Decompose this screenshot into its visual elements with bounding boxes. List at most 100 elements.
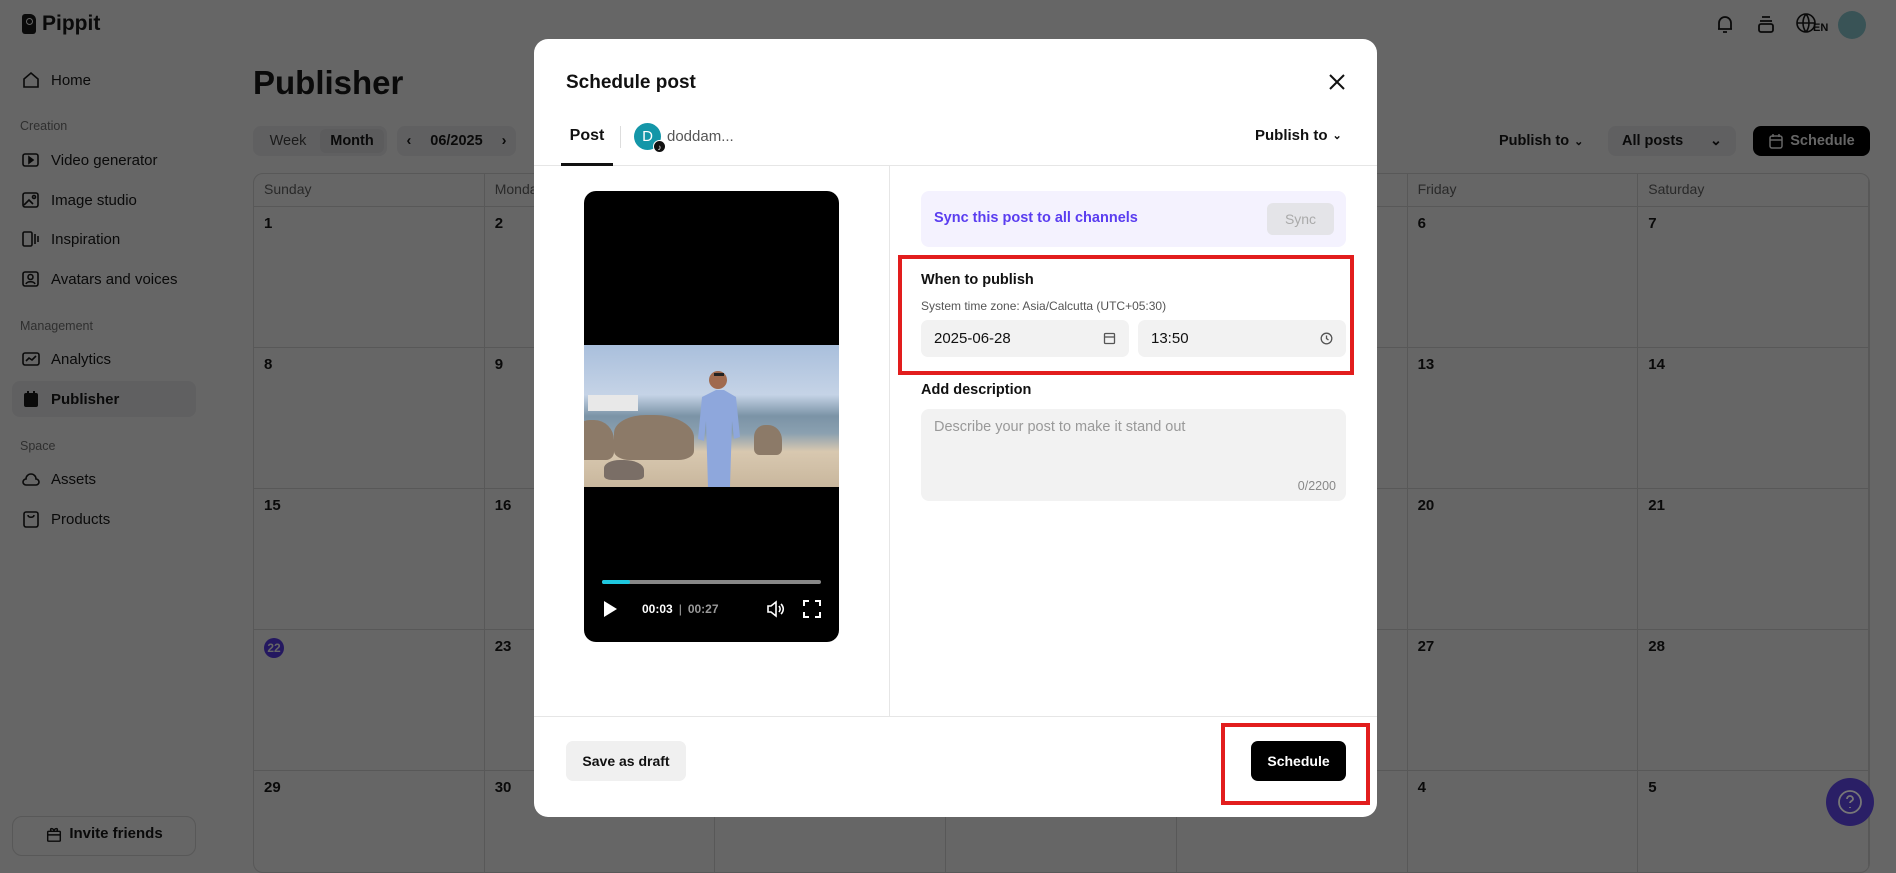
calendar-cell[interactable]: 1 <box>254 207 485 348</box>
calendar-cell[interactable]: 6 <box>1407 207 1639 348</box>
language-code: EN <box>1813 22 1829 34</box>
calendar-cell[interactable]: 28 <box>1638 630 1869 771</box>
calendar-cell[interactable]: 14 <box>1638 348 1869 489</box>
video-generator-icon <box>22 153 39 167</box>
day-number: 21 <box>1648 497 1665 514</box>
prev-month-icon[interactable]: ‹ <box>406 133 411 149</box>
sidebar-item-label: Analytics <box>51 350 112 368</box>
calendar-cell[interactable]: 8 <box>254 348 485 489</box>
current-time: 00:03 <box>642 602 673 616</box>
account-name: doddam... <box>667 128 734 145</box>
calendar-cell[interactable]: 20 <box>1407 489 1639 630</box>
section-label-space: Space <box>20 439 56 453</box>
calendar-cell[interactable]: 21 <box>1638 489 1869 630</box>
sync-text: Sync this post to all channels <box>934 210 1138 226</box>
video-progress-bar[interactable] <box>602 580 821 584</box>
dialog-title: Schedule post <box>566 72 696 93</box>
sidebar-item-image-studio[interactable]: Image studio <box>12 182 196 218</box>
week-tab[interactable]: Week <box>256 129 320 153</box>
play-icon[interactable] <box>602 600 618 618</box>
building <box>588 395 638 411</box>
sidebar-item-products[interactable]: Products <box>12 501 196 537</box>
tiktok-icon: ♪ <box>653 140 666 153</box>
publish-to-dropdown[interactable]: Publish to ⌄ <box>1499 126 1583 156</box>
description-input[interactable]: Describe your post to make it stand out … <box>921 409 1346 501</box>
sidebar-item-label: Inspiration <box>51 230 121 248</box>
next-month-icon[interactable]: › <box>502 133 507 149</box>
sidebar-item-assets[interactable]: Assets <box>12 461 196 497</box>
sidebar-item-label: Avatars and voices <box>51 270 178 288</box>
calendar-cell[interactable]: 15 <box>254 489 485 630</box>
day-number: 29 <box>264 779 281 796</box>
sidebar-item-label: Products <box>51 510 111 528</box>
posts-filter-label: All posts <box>1622 133 1684 149</box>
calendar-icon <box>24 391 38 407</box>
sidebar-item-analytics[interactable]: Analytics <box>12 341 196 377</box>
invite-friends-button[interactable]: Invite friends <box>12 816 196 856</box>
day-number: 9 <box>494 356 504 373</box>
video-player[interactable]: 00:03 | 00:27 <box>584 191 839 642</box>
day-number: 15 <box>264 497 281 514</box>
sidebar-item-label: Video generator <box>51 151 158 169</box>
volume-icon[interactable] <box>765 599 785 619</box>
highlight-when-to-publish <box>898 255 1354 375</box>
calendar-cell[interactable]: 27 <box>1407 630 1639 771</box>
publish-to-dropdown[interactable]: Publish to ⌄ <box>1255 127 1342 144</box>
pippit-logo-icon <box>22 14 36 34</box>
period-label: 06/2025 <box>430 133 483 149</box>
video-controls: 00:03 | 00:27 <box>602 597 821 621</box>
home-icon <box>23 71 39 88</box>
calendar-cell[interactable]: 22 <box>254 630 485 771</box>
help-button[interactable] <box>1826 778 1874 826</box>
posts-filter-dropdown[interactable]: All posts ⌄ <box>1608 126 1736 156</box>
add-description-label: Add description <box>921 382 1032 398</box>
chevron-down-icon: ⌄ <box>1574 135 1584 148</box>
fullscreen-icon[interactable] <box>803 600 821 618</box>
sidebar-item-publisher[interactable]: Publisher <box>12 381 196 417</box>
calendar-cell[interactable]: 29 <box>254 771 485 872</box>
month-tab[interactable]: Month <box>320 129 384 153</box>
sidebar-item-home[interactable]: Home <box>12 62 196 98</box>
schedule-button[interactable]: Schedule <box>1753 126 1870 156</box>
calendar-cell[interactable]: 7 <box>1638 207 1869 348</box>
subscription-icon[interactable] <box>1755 13 1777 40</box>
account-tab[interactable]: D ♪ doddam... <box>634 123 734 153</box>
publish-to-label: Publish to <box>1499 133 1570 149</box>
schedule-label: Schedule <box>1790 133 1855 149</box>
sidebar-item-inspiration[interactable]: Inspiration <box>12 221 196 257</box>
sidebar: Pippit Home Creation Video generator Ima… <box>0 0 242 856</box>
time-separator: | <box>678 602 682 616</box>
highlight-schedule-button <box>1221 723 1370 805</box>
description-placeholder: Describe your post to make it stand out <box>934 419 1186 435</box>
calendar-cell[interactable]: 4 <box>1408 771 1639 872</box>
sidebar-item-label: Home <box>51 71 92 89</box>
language-selector[interactable]: EN <box>1795 12 1828 34</box>
pane-divider <box>889 166 890 716</box>
day-number: 27 <box>1417 638 1435 655</box>
notification-bell-icon[interactable] <box>1714 13 1736 40</box>
sync-button[interactable]: Sync <box>1267 203 1334 235</box>
logo[interactable]: Pippit <box>22 12 100 36</box>
calendar-cell[interactable]: 13 <box>1407 348 1639 489</box>
app-name: Pippit <box>42 12 101 35</box>
invite-friends-label: Invite friends <box>69 825 163 842</box>
day-header: Friday <box>1408 174 1639 206</box>
chevron-down-icon: ⌄ <box>1332 130 1342 142</box>
video-progress-fill <box>602 580 631 584</box>
period-navigator: ‹ 06/2025 › <box>397 126 516 156</box>
avatar-voice-icon <box>22 271 39 287</box>
day-number: 28 <box>1648 638 1665 655</box>
sidebar-item-video-generator[interactable]: Video generator <box>12 142 196 178</box>
day-number: 23 <box>494 638 512 655</box>
question-icon <box>1838 790 1862 814</box>
rock <box>614 415 694 460</box>
sidebar-item-avatars[interactable]: Avatars and voices <box>12 261 196 297</box>
today-marker: 22 <box>264 638 284 658</box>
bag-icon <box>23 511 39 528</box>
day-number: 13 <box>1417 356 1435 373</box>
user-avatar[interactable] <box>1838 11 1866 39</box>
tab-divider <box>620 126 621 148</box>
save-draft-button[interactable]: Save as draft <box>566 741 686 781</box>
close-icon[interactable] <box>1326 71 1348 93</box>
tab-post[interactable]: Post <box>561 127 613 166</box>
